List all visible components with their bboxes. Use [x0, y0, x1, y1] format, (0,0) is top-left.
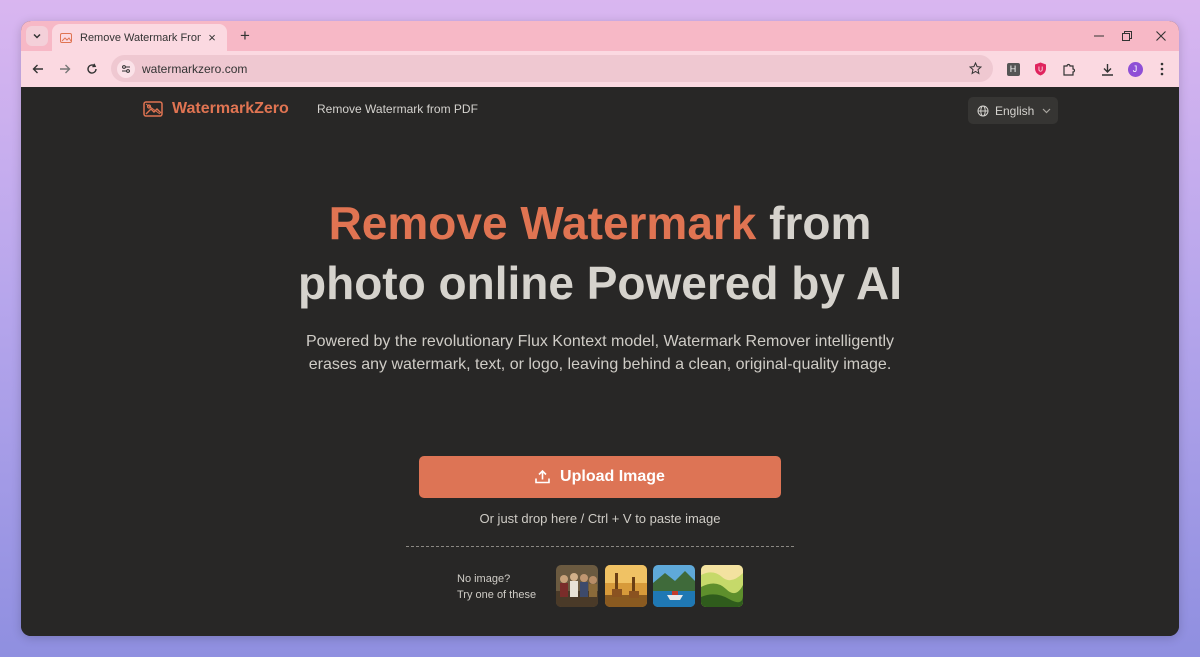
language-selector[interactable]: English — [968, 97, 1058, 124]
drop-hint: Or just drop here / Ctrl + V to paste im… — [479, 511, 721, 526]
divider — [406, 546, 794, 547]
site-header: WatermarkZero Remove Watermark from PDF … — [21, 87, 1179, 133]
green-valley-thumbnail[interactable] — [701, 565, 743, 607]
new-tab-button[interactable]: + — [234, 26, 256, 46]
tab-close-icon[interactable]: × — [205, 30, 219, 45]
back-arrow-icon[interactable] — [28, 59, 48, 79]
giraffes-thumbnail[interactable] — [605, 565, 647, 607]
upload-image-button[interactable]: Upload Image — [419, 456, 781, 498]
watermark-logo-icon — [60, 32, 72, 43]
site-logo[interactable]: WatermarkZero — [143, 100, 289, 118]
page-content: WatermarkZero Remove Watermark from PDF … — [21, 87, 1179, 636]
hero-subtitle: Powered by the revolutionary Flux Kontex… — [305, 333, 895, 373]
bookmark-star-icon[interactable] — [965, 62, 985, 75]
chevron-down-icon — [1042, 108, 1051, 113]
watermark-logo-icon — [143, 101, 163, 117]
sample-prompt-line2: Try one of these — [457, 589, 537, 601]
browser-toolbar: watermarkzero.com H U J — [21, 51, 1179, 87]
hero-title-line2: photo online Powered by AI — [298, 257, 902, 309]
tab-strip: Remove Watermark From Photo × + — [21, 21, 1179, 51]
profile-avatar[interactable]: J — [1125, 59, 1145, 79]
close-window-icon[interactable] — [1151, 27, 1171, 45]
shield-extension-icon[interactable]: U — [1030, 59, 1050, 79]
hero-title: Remove Watermark from photo online Power… — [21, 193, 1179, 313]
hero-title-line1-rest: from — [756, 197, 872, 249]
upload-icon — [535, 470, 550, 484]
logo-text: WatermarkZero — [172, 100, 289, 117]
tab-search-button[interactable] — [26, 26, 48, 46]
lake-boat-thumbnail[interactable] — [653, 565, 695, 607]
more-menu-icon[interactable] — [1152, 59, 1172, 79]
sample-prompt: No image? Try one of these — [457, 571, 536, 603]
extension-h-icon[interactable]: H — [1003, 59, 1023, 79]
svg-text:U: U — [1037, 66, 1042, 74]
minimize-icon[interactable] — [1089, 27, 1109, 45]
chevron-down-icon — [33, 33, 41, 39]
address-bar[interactable]: watermarkzero.com — [111, 55, 993, 82]
download-icon[interactable] — [1097, 59, 1117, 79]
browser-tab[interactable]: Remove Watermark From Photo × — [52, 24, 227, 51]
browser-window: Remove Watermark From Photo × + waterma — [21, 21, 1179, 636]
upload-button-label: Upload Image — [560, 468, 665, 485]
site-settings-icon[interactable] — [117, 59, 135, 78]
reload-icon[interactable] — [82, 59, 102, 79]
group-portrait-thumbnail[interactable] — [556, 565, 598, 607]
tab-title: Remove Watermark From Photo — [80, 31, 201, 44]
globe-icon — [977, 105, 989, 116]
hero-title-accent: Remove Watermark — [328, 197, 757, 249]
restore-icon[interactable] — [1117, 27, 1137, 45]
forward-arrow-icon[interactable] — [55, 59, 75, 79]
puzzle-extensions-icon[interactable] — [1059, 59, 1079, 79]
url-text[interactable]: watermarkzero.com — [142, 62, 965, 76]
sample-prompt-line1: No image? — [457, 573, 511, 585]
nav-link-remove-watermark-pdf[interactable]: Remove Watermark from PDF — [317, 102, 478, 116]
language-label: English — [995, 103, 1035, 118]
